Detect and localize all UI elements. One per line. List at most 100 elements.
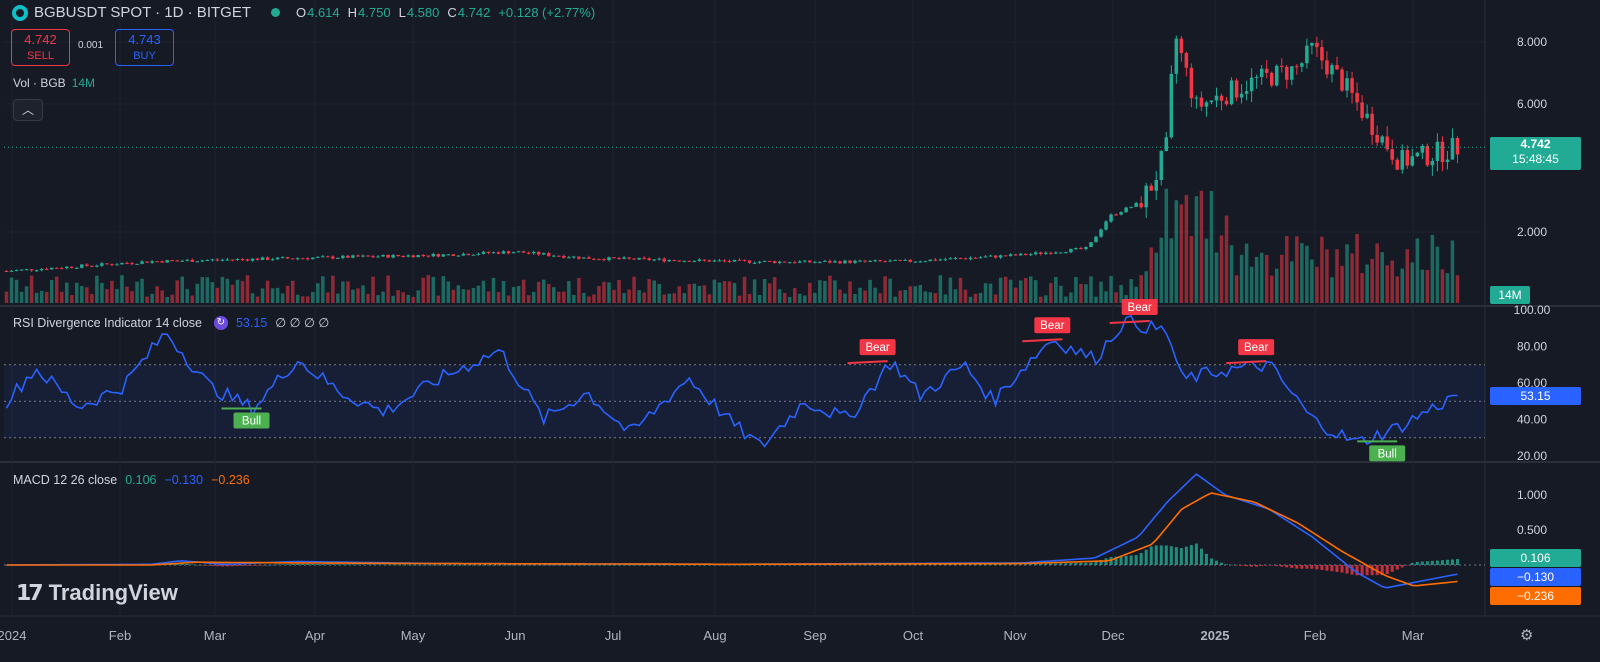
macd-histogram-bar	[1415, 561, 1419, 565]
volume-bar	[1290, 261, 1294, 303]
low-key: L	[398, 5, 406, 20]
tradingview-logo[interactable]: 𝟭𝟳 TradingView	[16, 580, 178, 606]
candle-body	[160, 261, 164, 263]
macd-histogram-bar	[311, 564, 315, 565]
candle-body	[140, 261, 144, 264]
macd-histogram-bar	[220, 565, 224, 567]
macd-histogram-bar	[1069, 563, 1073, 565]
volume-bar	[280, 293, 285, 303]
settings-gear-icon[interactable]: ⚙	[1520, 626, 1533, 644]
candle-body	[717, 260, 722, 262]
macd-histogram-bar	[486, 565, 491, 566]
volume-bar	[1214, 252, 1219, 303]
candle-body	[1400, 150, 1405, 170]
candle-body	[1229, 80, 1234, 105]
volume-bar	[627, 289, 631, 303]
candle-body	[582, 257, 586, 259]
volume-bar	[1440, 269, 1445, 303]
symbol-title[interactable]: BGBUSDT SPOT · 1D · BITGET	[34, 4, 251, 21]
candle-body	[637, 257, 641, 260]
macd-histogram-bar	[1204, 553, 1208, 565]
macd-histogram-bar	[391, 564, 395, 566]
macd-histogram-bar	[1270, 565, 1274, 566]
buy-button[interactable]: 4.743 BUY	[115, 29, 174, 66]
macd-histogram-bar	[326, 564, 330, 565]
volume-bar	[697, 285, 702, 303]
macd-histogram-bar	[235, 565, 239, 567]
macd-histogram-bar	[1295, 565, 1299, 569]
macd-legend[interactable]: MACD 12 26 close 0.106 −0.130 −0.236	[13, 473, 250, 487]
volume-bar	[321, 276, 325, 303]
volume-bar	[1189, 235, 1194, 303]
candle-body	[336, 257, 340, 259]
volume-tag: 14M	[1490, 286, 1530, 304]
candle-body	[1028, 254, 1033, 256]
rsi-legend[interactable]: RSI Divergence Indicator 14 close ↻ 53.1…	[13, 315, 329, 330]
macd-histogram-bar	[537, 565, 541, 566]
volume-bar	[44, 291, 49, 303]
macd-histogram-bar	[667, 565, 671, 566]
volume-legend[interactable]: Vol · BGB 14M	[13, 76, 95, 90]
collapse-legend-button[interactable]: ︿	[13, 99, 43, 121]
macd-histogram-bar	[707, 565, 711, 566]
candle-body	[19, 269, 24, 271]
candle-body	[1054, 252, 1058, 254]
volume-bar	[235, 279, 240, 303]
macd-histogram-bar	[406, 564, 410, 566]
volume-bar	[777, 289, 782, 303]
volume-bar	[1199, 190, 1204, 303]
macd-histogram-bar	[602, 565, 606, 566]
volume-bar	[326, 292, 330, 303]
candle-body	[1305, 45, 1309, 64]
candle-body	[175, 260, 179, 262]
macd-histogram-bar	[547, 565, 551, 566]
countdown-value: 15:48:45	[1512, 152, 1559, 166]
bear-label: Bear	[1128, 302, 1152, 314]
volume-bar	[1375, 243, 1379, 303]
candle-body	[903, 259, 907, 261]
volume-bar	[1385, 265, 1389, 303]
macd-histogram-bar	[953, 564, 957, 566]
macd-histogram-bar	[1260, 565, 1264, 566]
macd-histogram-bar	[291, 564, 295, 565]
volume-bar	[285, 285, 290, 303]
macd-histogram-bar	[1014, 564, 1018, 565]
macd-histogram-bar	[1310, 565, 1314, 569]
candle-body	[1159, 151, 1164, 180]
macd-histogram-bar	[587, 565, 591, 566]
candle-body	[612, 257, 616, 259]
macd-histogram-bar	[1280, 565, 1284, 567]
sell-button[interactable]: 4.742 SELL	[11, 29, 70, 66]
macd-histogram-bar	[853, 564, 857, 566]
candle-body	[722, 260, 727, 262]
macd-histogram-bar	[1049, 563, 1053, 565]
volume-bar	[250, 293, 255, 303]
volume-bar	[39, 290, 44, 303]
volume-bar	[49, 279, 54, 303]
volume-bar	[667, 293, 671, 303]
macd-histogram-bar	[843, 564, 847, 566]
chart-canvas[interactable]: 2024 Feb Mar Apr May Jun Jul Aug Sep Oct Nov Dec 202…	[0, 0, 1600, 662]
candle-body	[958, 258, 963, 260]
candle-body	[265, 257, 270, 260]
macd-histogram-bar	[697, 565, 701, 566]
candle-body	[767, 260, 772, 262]
refresh-icon[interactable]: ↻	[213, 315, 228, 330]
volume-bar	[1114, 292, 1118, 303]
volume-bar	[858, 287, 862, 303]
candle-body	[1420, 145, 1425, 153]
candle-body	[1330, 65, 1334, 75]
candle-body	[1440, 141, 1445, 163]
macd-histogram-bar	[522, 565, 526, 566]
candle-body	[14, 270, 19, 272]
macd-histogram-bar	[527, 565, 531, 566]
candle-body	[1184, 52, 1189, 68]
macd-histogram-bar	[1139, 553, 1143, 565]
candle-body	[893, 259, 897, 261]
volume-bar	[255, 296, 260, 303]
volume-value: 14M	[71, 76, 96, 90]
volume-bar	[818, 280, 822, 303]
volume-bar	[34, 292, 39, 303]
time-tick-label: Mar	[1402, 628, 1425, 643]
macd-histogram-bar	[763, 564, 767, 566]
